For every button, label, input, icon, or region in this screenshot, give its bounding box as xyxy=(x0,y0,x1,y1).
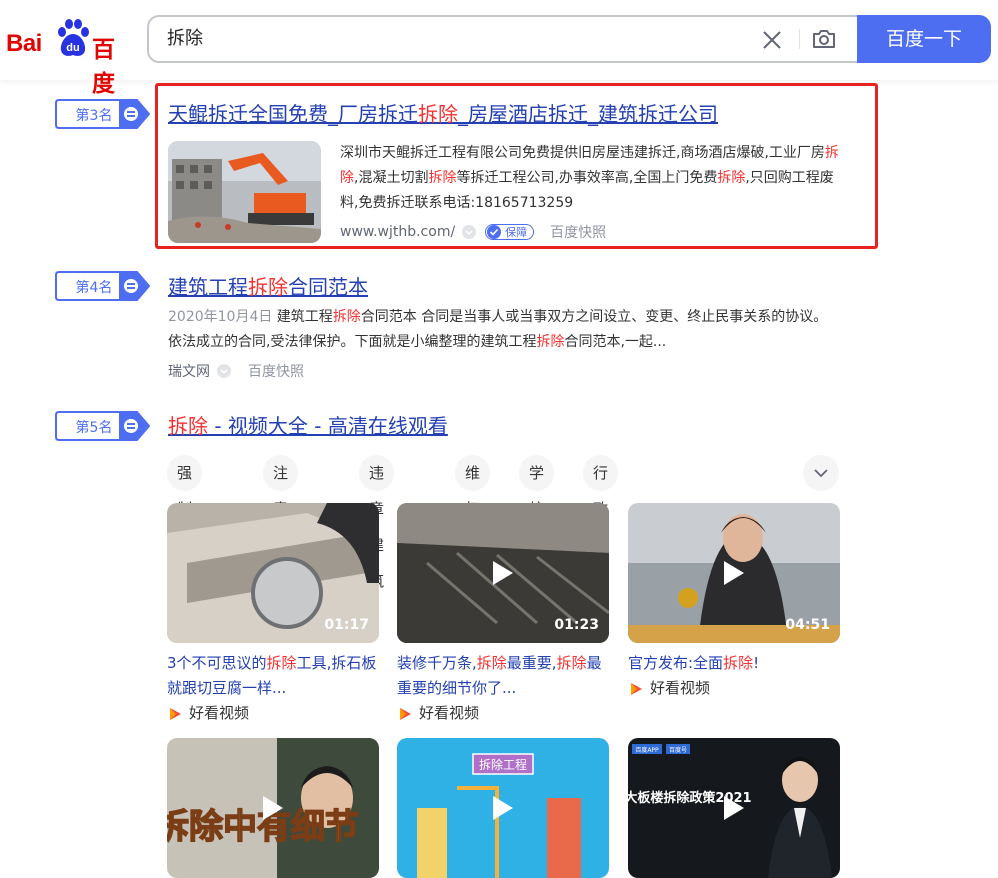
video-duration: 01:23 xyxy=(554,617,599,633)
snapshot-link[interactable]: 百度快照 xyxy=(248,361,304,381)
result-source[interactable]: 瑞文网 xyxy=(168,361,210,381)
video-title-link[interactable]: 装修千万条,拆除最重要,拆除最重要的细节你了... xyxy=(397,651,609,701)
tag-chip[interactable]: 强制拆迁 xyxy=(167,455,203,590)
haokan-logo-icon xyxy=(400,707,411,720)
baidu-logo[interactable]: Bai du 百度 xyxy=(6,18,128,97)
tag-chip[interactable]: 行政强制法 xyxy=(583,455,619,626)
result-description: 2020年10月4日 建筑工程拆除合同范本 合同是当事人或当事双方之间设立、变更… xyxy=(168,309,828,350)
video-duration: 01:17 xyxy=(324,617,369,633)
video-thumbnail[interactable]: 04:51 xyxy=(628,503,840,643)
chevron-down-icon xyxy=(814,469,828,478)
video-card[interactable]: 01:23 装修千万条,拆除最重要,拆除最重要的细节你了... 好看视频 xyxy=(397,503,609,726)
video-title-link[interactable]: 3个不可思议的拆除工具,拆石板就跟切豆腐一样... xyxy=(167,651,379,701)
clear-icon[interactable] xyxy=(761,29,783,51)
tag-chip[interactable]: 注意安全 xyxy=(263,455,299,590)
play-icon[interactable] xyxy=(722,795,746,821)
haokan-logo-icon xyxy=(170,707,181,720)
video-thumbnail[interactable]: 百度APP 百度号 大板楼拆除政策2021 xyxy=(628,738,840,878)
result-source-row: 瑞文网 百度快照 xyxy=(168,361,304,381)
expand-tags-button[interactable] xyxy=(803,455,839,491)
video-duration: 04:51 xyxy=(785,617,830,633)
search-result: 拆除 - 视频大全 - 高清在线观看 xyxy=(168,410,448,439)
video-card[interactable]: 01:17 3个不可思议的拆除工具,拆石板就跟切豆腐一样... 好看视频 xyxy=(167,503,379,726)
video-card[interactable]: 百度APP 百度号 大板楼拆除政策2021 xyxy=(628,738,840,878)
video-overlay-text: 百度号 xyxy=(669,746,687,754)
divider xyxy=(799,29,800,49)
haokan-logo-icon xyxy=(631,682,642,695)
video-card[interactable]: 拆除工程 xyxy=(397,738,609,878)
rank-label: 第3名 xyxy=(75,108,113,124)
search-result: 建筑工程拆除合同范本 xyxy=(168,271,368,300)
dropdown-icon[interactable] xyxy=(216,363,232,379)
video-card[interactable]: 04:51 官方发布:全面拆除! 好看视频 xyxy=(628,503,840,701)
play-icon[interactable] xyxy=(722,560,746,586)
rank-badge: 第4名 xyxy=(55,270,151,302)
video-title-link[interactable]: 官方发布:全面拆除! xyxy=(628,651,840,676)
video-source: 好看视频 xyxy=(628,676,840,701)
video-thumbnail[interactable]: 01:23 xyxy=(397,503,609,643)
video-thumbnail[interactable]: 01:17 xyxy=(167,503,379,643)
video-source: 好看视频 xyxy=(397,701,609,726)
logo-text-cn: 百度 xyxy=(92,37,115,97)
video-card[interactable]: 拆除中有细节 xyxy=(167,738,379,878)
rank-label: 第4名 xyxy=(75,280,113,296)
camera-icon[interactable] xyxy=(811,27,837,51)
tag-chip[interactable]: 违章建筑 xyxy=(359,455,395,590)
rank-label: 第5名 xyxy=(75,420,113,436)
play-icon[interactable] xyxy=(491,560,515,586)
play-icon[interactable] xyxy=(491,795,515,821)
video-overlay-text: 百度APP xyxy=(635,746,659,754)
tag-chip[interactable]: 维权 xyxy=(455,455,491,518)
result-title-link[interactable]: 建筑工程拆除合同范本 xyxy=(168,271,368,300)
annotation-box xyxy=(155,83,878,249)
logo-text-du: du xyxy=(66,42,79,54)
tag-chip[interactable]: 学校 xyxy=(519,455,555,518)
video-thumbnail[interactable]: 拆除工程 xyxy=(397,738,609,878)
rank-badge: 第5名 xyxy=(55,410,151,442)
search-button[interactable]: 百度一下 xyxy=(857,15,991,63)
result-title-link[interactable]: 拆除 - 视频大全 - 高清在线观看 xyxy=(168,410,448,439)
search-box xyxy=(147,15,859,63)
rank-badge: 第3名 xyxy=(55,98,151,130)
search-input[interactable] xyxy=(167,17,727,61)
video-overlay-text: 拆除工程 xyxy=(479,757,527,772)
video-source: 好看视频 xyxy=(167,701,379,726)
video-thumbnail[interactable]: 拆除中有细节 xyxy=(167,738,379,878)
result-date: 2020年10月4日 xyxy=(168,309,273,325)
search-header: Bai du 百度 百度一下 xyxy=(0,0,998,97)
play-icon[interactable] xyxy=(261,795,285,821)
logo-text-bai: Bai xyxy=(6,30,42,57)
paw-icon: du xyxy=(58,19,89,56)
